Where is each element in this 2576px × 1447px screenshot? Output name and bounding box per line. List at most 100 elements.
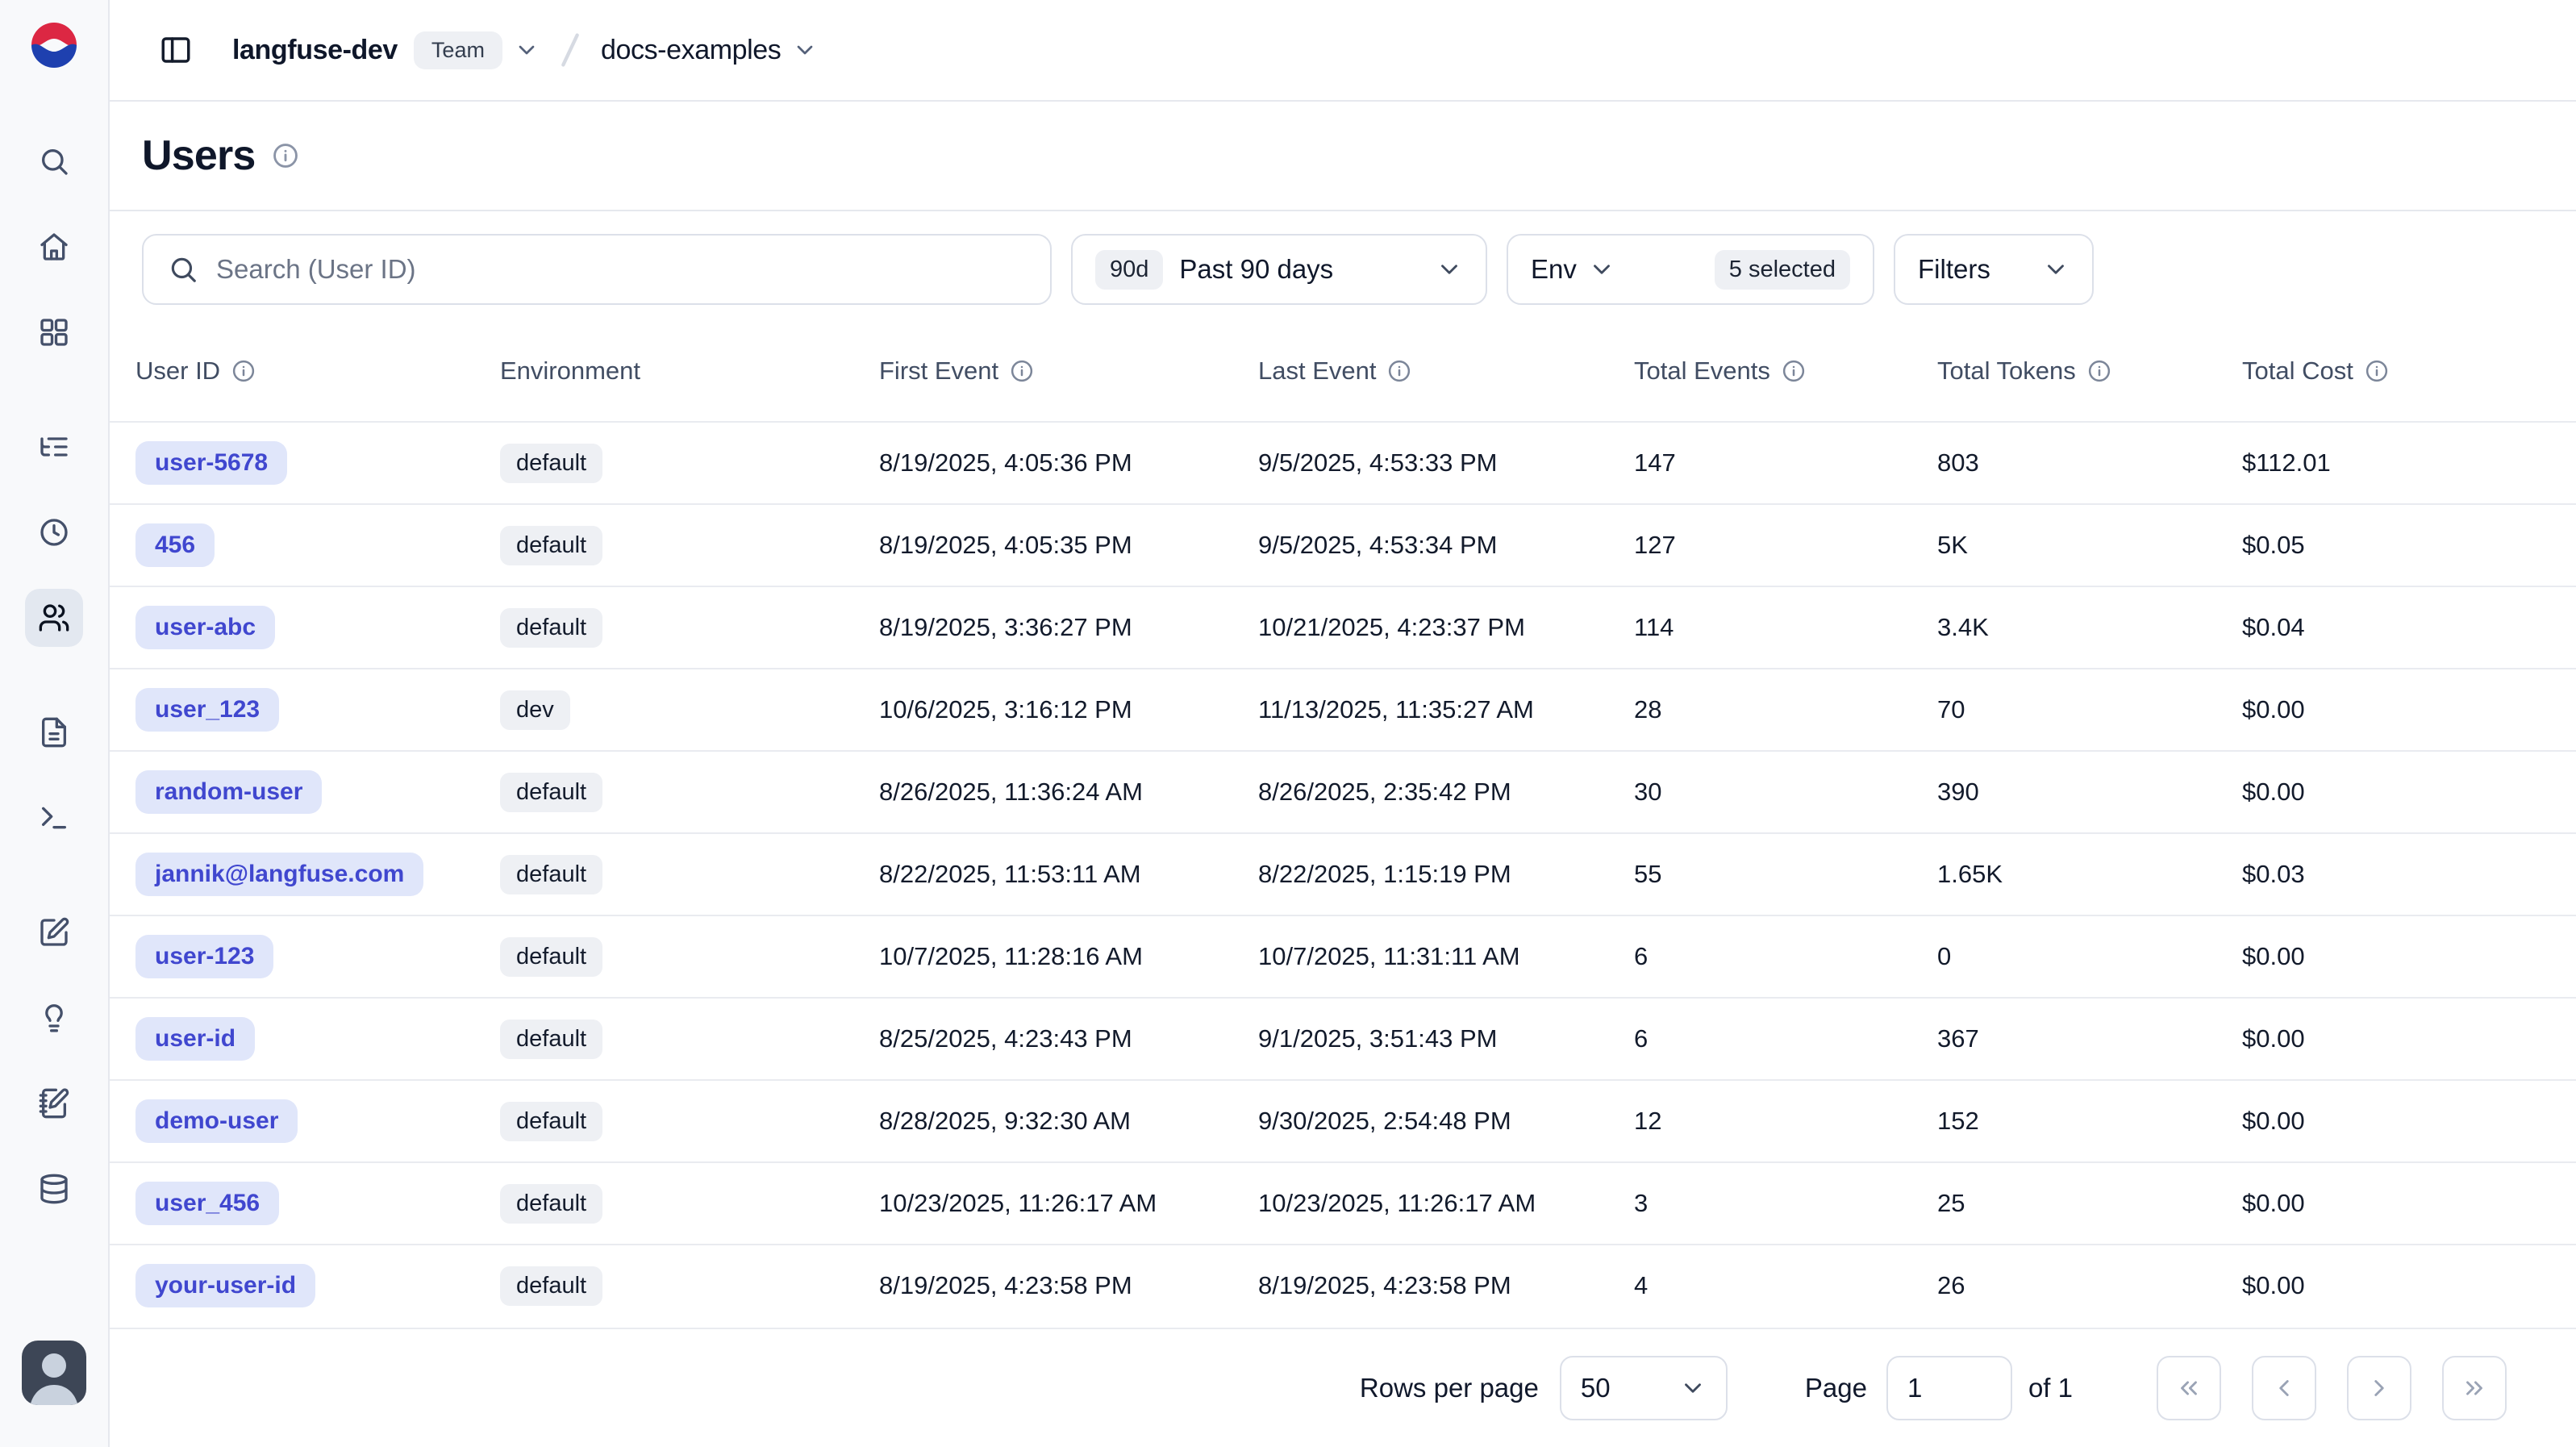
- user-id-badge[interactable]: jannik@langfuse.com: [135, 853, 423, 896]
- environment-filter[interactable]: Env 5 selected: [1507, 234, 1874, 305]
- total-events-cell: 6: [1634, 1024, 1937, 1053]
- column-header-environment[interactable]: Environment: [500, 357, 879, 386]
- user-id-badge[interactable]: user-id: [135, 1017, 255, 1061]
- column-header-last-event[interactable]: Last Event: [1258, 357, 1634, 386]
- sidebar-item-datasets[interactable]: [25, 1160, 83, 1218]
- environment-badge: default: [500, 1020, 602, 1059]
- last-event-cell: 8/26/2025, 2:35:42 PM: [1258, 778, 1634, 807]
- environment-badge: default: [500, 608, 602, 648]
- project-name[interactable]: docs-examples: [601, 35, 781, 66]
- total-tokens-cell: 367: [1937, 1024, 2242, 1053]
- user-id-badge[interactable]: user-123: [135, 935, 273, 978]
- project-switcher-chevron-icon[interactable]: [792, 37, 818, 63]
- users-table: User IDEnvironmentFirst Event Last Event T…: [110, 321, 2576, 1447]
- page-label: Page: [1805, 1373, 1867, 1403]
- column-header-total-cost[interactable]: Total Cost: [2242, 357, 2576, 386]
- search-input[interactable]: [216, 254, 1026, 285]
- main-area: langfuse-dev Team docs-examples Users 90…: [110, 0, 2576, 1447]
- table-row[interactable]: user-123default10/7/2025, 11:28:16 AM10/…: [110, 915, 2576, 997]
- sidebar-item-tracing[interactable]: [25, 418, 83, 476]
- notebook-pen-icon: [38, 1087, 70, 1120]
- sidebar-item-dashboards[interactable]: [25, 303, 83, 361]
- user-id-badge[interactable]: user_123: [135, 688, 279, 732]
- users-icon: [38, 602, 70, 634]
- org-type-badge: Team: [414, 31, 502, 69]
- total-events-cell: 55: [1634, 860, 1937, 889]
- chevron-right-icon: [2366, 1374, 2393, 1402]
- user-id-badge[interactable]: user-5678: [135, 441, 287, 485]
- sidebar-item-evaluation[interactable]: [25, 903, 83, 961]
- sidebar-toggle-button[interactable]: [148, 23, 203, 77]
- user-id-badge[interactable]: demo-user: [135, 1099, 298, 1143]
- total-cost-cell: $0.00: [2242, 1024, 2576, 1053]
- sidebar-item-search[interactable]: [25, 132, 83, 190]
- table-row[interactable]: user-5678default8/19/2025, 4:05:36 PM9/5…: [110, 421, 2576, 503]
- user-id-badge[interactable]: user-abc: [135, 606, 275, 649]
- column-header-total-tokens[interactable]: Total Tokens: [1937, 357, 2242, 386]
- chevrons-left-icon: [2175, 1374, 2203, 1402]
- chevron-down-icon: [1588, 256, 1615, 283]
- org-name[interactable]: langfuse-dev: [232, 35, 398, 66]
- table-row[interactable]: user_456default10/23/2025, 11:26:17 AM10…: [110, 1161, 2576, 1244]
- total-events-cell: 127: [1634, 531, 1937, 560]
- sidebar-item-sessions[interactable]: [25, 503, 83, 561]
- table-row[interactable]: user-iddefault8/25/2025, 4:23:43 PM9/1/2…: [110, 997, 2576, 1079]
- column-label: First Event: [879, 357, 998, 386]
- info-icon: [2365, 359, 2389, 383]
- clock-icon: [38, 516, 70, 548]
- last-page-button[interactable]: [2442, 1356, 2507, 1420]
- total-tokens-cell: 390: [1937, 778, 2242, 807]
- date-range-label: Past 90 days: [1179, 254, 1333, 285]
- sidebar-item-prompts[interactable]: [25, 703, 83, 761]
- langfuse-logo[interactable]: [28, 19, 80, 71]
- user-id-badge[interactable]: your-user-id: [135, 1264, 315, 1307]
- sidebar-item-home[interactable]: [25, 218, 83, 276]
- user-id-badge[interactable]: user_456: [135, 1182, 279, 1225]
- previous-page-button[interactable]: [2252, 1356, 2316, 1420]
- chevron-down-icon: [1436, 256, 1463, 283]
- user-id-badge[interactable]: 456: [135, 523, 215, 567]
- next-page-button[interactable]: [2347, 1356, 2411, 1420]
- table-row[interactable]: random-userdefault8/26/2025, 11:36:24 AM…: [110, 750, 2576, 832]
- total-events-cell: 28: [1634, 695, 1937, 724]
- total-cost-cell: $0.00: [2242, 778, 2576, 807]
- table-row[interactable]: user_123dev10/6/2025, 3:16:12 PM11/13/20…: [110, 668, 2576, 750]
- first-event-cell: 8/19/2025, 4:05:35 PM: [879, 531, 1258, 560]
- sidebar-item-annotation[interactable]: [25, 1074, 83, 1132]
- home-icon: [38, 231, 70, 263]
- sidebar-item-playground[interactable]: [25, 789, 83, 847]
- column-header-first-event[interactable]: First Event: [879, 357, 1258, 386]
- square-pen-icon: [38, 916, 70, 949]
- first-event-cell: 10/23/2025, 11:26:17 AM: [879, 1189, 1258, 1218]
- chevrons-right-icon: [2461, 1374, 2488, 1402]
- column-header-total-events[interactable]: Total Events: [1634, 357, 1937, 386]
- column-header-user-id[interactable]: User ID: [135, 357, 500, 386]
- terminal-icon: [38, 802, 70, 834]
- column-label: Last Event: [1258, 357, 1376, 386]
- page-number-input[interactable]: [1886, 1356, 2012, 1420]
- page-total-label: of 1: [2028, 1373, 2073, 1403]
- total-cost-cell: $112.01: [2242, 448, 2576, 477]
- rows-per-page-select[interactable]: 50: [1560, 1356, 1728, 1420]
- filters-button[interactable]: Filters: [1894, 234, 2094, 305]
- org-switcher-chevron-icon[interactable]: [514, 37, 540, 63]
- sidebar-item-users[interactable]: [25, 589, 83, 647]
- table-row[interactable]: your-user-iddefault8/19/2025, 4:23:58 PM…: [110, 1244, 2576, 1326]
- first-page-button[interactable]: [2157, 1356, 2221, 1420]
- table-row[interactable]: demo-userdefault8/28/2025, 9:32:30 AM9/3…: [110, 1079, 2576, 1161]
- column-label: Total Events: [1634, 357, 1770, 386]
- user-avatar[interactable]: [22, 1341, 86, 1405]
- total-cost-cell: $0.00: [2242, 695, 2576, 724]
- page-title-info-icon[interactable]: [272, 142, 299, 169]
- total-cost-cell: $0.00: [2242, 1189, 2576, 1218]
- total-tokens-cell: 5K: [1937, 531, 2242, 560]
- total-cost-cell: $0.05: [2242, 531, 2576, 560]
- user-id-badge[interactable]: random-user: [135, 770, 322, 814]
- total-tokens-cell: 3.4K: [1937, 613, 2242, 642]
- date-range-picker[interactable]: 90d Past 90 days: [1071, 234, 1487, 305]
- table-row[interactable]: user-abcdefault8/19/2025, 3:36:27 PM10/2…: [110, 586, 2576, 668]
- table-row[interactable]: jannik@langfuse.comdefault8/22/2025, 11:…: [110, 832, 2576, 915]
- table-row[interactable]: 456default8/19/2025, 4:05:35 PM9/5/2025,…: [110, 503, 2576, 586]
- sidebar-item-insights[interactable]: [25, 989, 83, 1047]
- column-label: Total Tokens: [1937, 357, 2076, 386]
